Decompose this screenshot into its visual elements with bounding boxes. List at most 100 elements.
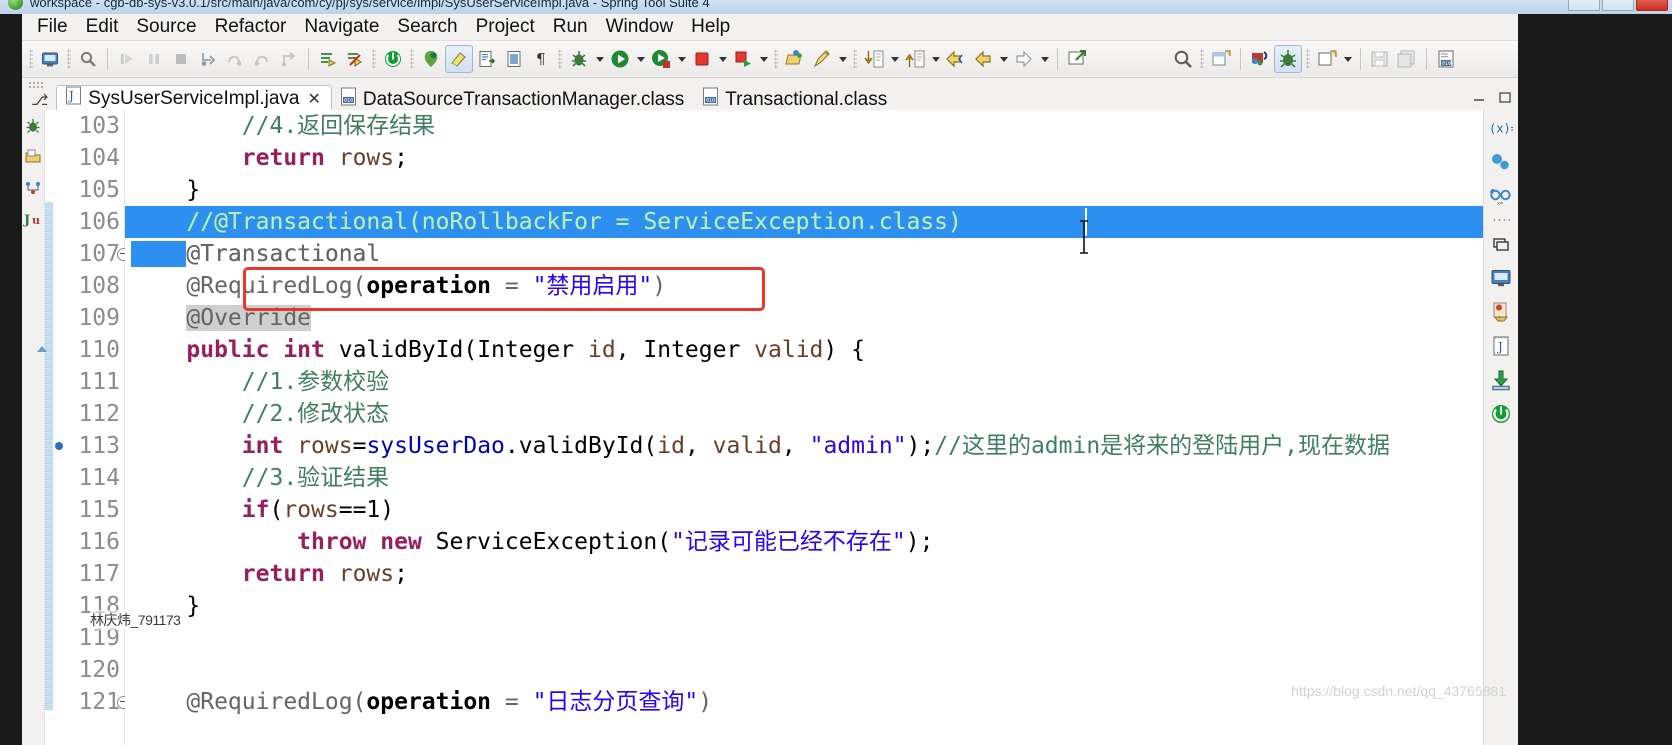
save-icon[interactable]	[75, 46, 101, 72]
boot-dashboard-icon[interactable]	[1489, 402, 1513, 426]
menu-search[interactable]: Search	[388, 14, 466, 40]
suspend-icon[interactable]	[141, 46, 167, 72]
step-over-icon[interactable]	[222, 46, 248, 72]
open-perspective-icon[interactable]	[782, 46, 808, 72]
install-icon[interactable]	[1489, 368, 1513, 392]
pilcrow-icon[interactable]: ¶	[528, 46, 554, 72]
back-caret-icon[interactable]	[997, 46, 1010, 72]
code-line[interactable]: //1.参数校验	[125, 366, 1484, 398]
next-annotation-caret-icon[interactable]	[888, 46, 901, 72]
forward-icon[interactable]	[1011, 46, 1037, 72]
run-coverage-icon[interactable]	[648, 46, 674, 72]
close-button[interactable]	[1636, 0, 1668, 11]
edit-highlight-icon[interactable]	[445, 45, 473, 73]
code-line[interactable]: int rows=sysUserDao.validById(id, valid,…	[125, 430, 1484, 462]
run-icon[interactable]	[607, 46, 633, 72]
junit-icon[interactable]: Ju	[22, 207, 45, 231]
problems-icon[interactable]: !	[1489, 300, 1513, 324]
code-line[interactable]: //2.修改状态	[125, 398, 1484, 430]
tab-datasourcetransactionmanager-class[interactable]: 010 DataSourceTransactionManager.class	[332, 87, 694, 112]
breakpoint-icon[interactable]	[55, 442, 63, 450]
quick-access-caret-icon[interactable]	[836, 46, 849, 72]
toggle-breakpoint-icon[interactable]: 010	[1433, 46, 1459, 72]
tab-transactional-class[interactable]: 010 Transactional.class	[694, 87, 897, 112]
window-controls[interactable]	[1568, 0, 1668, 11]
menu-refactor[interactable]: Refactor	[206, 14, 296, 40]
debug-perspective-icon[interactable]	[1274, 45, 1302, 73]
previous-annotation-icon[interactable]	[902, 46, 928, 72]
minimize-button[interactable]	[1568, 0, 1600, 11]
back-icon[interactable]	[943, 46, 969, 72]
fold-marker-icon[interactable]	[37, 346, 47, 352]
new-wizard-caret-icon[interactable]	[1341, 46, 1354, 72]
debug-icon[interactable]	[566, 46, 592, 72]
external-tools-icon[interactable]	[730, 46, 756, 72]
package-explorer-icon[interactable]	[22, 145, 45, 169]
resume-icon[interactable]	[114, 46, 140, 72]
code-line[interactable]: return rows;	[125, 558, 1484, 590]
code-text-area[interactable]: //4.返回保存结果 return rows; } //@Transaction…	[125, 110, 1484, 745]
forward-history-icon[interactable]	[970, 46, 996, 72]
menu-edit[interactable]: Edit	[77, 14, 128, 40]
search-icon[interactable]	[1170, 46, 1196, 72]
code-line[interactable]: throw new ServiceException("记录可能已经不存在");	[125, 526, 1484, 558]
code-line[interactable]: }	[125, 590, 1484, 622]
stop-dropdown-caret-icon[interactable]	[716, 46, 729, 72]
code-line[interactable]	[125, 654, 1484, 686]
servers-icon[interactable]	[1489, 232, 1513, 256]
maximize-button[interactable]	[1602, 0, 1634, 11]
next-annotation-icon[interactable]	[861, 46, 887, 72]
expressions-icon[interactable]: x=	[1489, 184, 1513, 208]
code-line[interactable]: public int validById(Integer id, Integer…	[125, 334, 1484, 366]
code-line[interactable]: //@Transactional(noRollbackFor = Service…	[125, 206, 1484, 238]
tab-sysuserserviceimpl-java[interactable]: J SysUserServiceImpl.java ✕	[56, 85, 332, 112]
variables-icon[interactable]: (x)=	[1489, 116, 1513, 140]
new-editor-icon[interactable]	[1064, 46, 1090, 72]
new-wizard-icon[interactable]	[37, 46, 63, 72]
console-icon[interactable]	[1489, 266, 1513, 290]
code-line[interactable]: if(rows==1)	[125, 494, 1484, 526]
javadoc-icon[interactable]: J	[1489, 334, 1513, 358]
build-all-icon[interactable]	[315, 46, 341, 72]
spring-bean-icon[interactable]	[1247, 46, 1273, 72]
coverage-dropdown-caret-icon[interactable]	[675, 46, 688, 72]
menu-window[interactable]: Window	[597, 14, 683, 40]
code-line[interactable]: }	[125, 174, 1484, 206]
new-java-project-icon[interactable]	[1208, 46, 1234, 72]
stop-icon[interactable]	[689, 46, 715, 72]
menu-project[interactable]: Project	[467, 14, 544, 40]
quick-access-icon[interactable]	[809, 46, 835, 72]
new-wizard-2-icon[interactable]	[1314, 46, 1340, 72]
terminate-icon[interactable]	[168, 46, 194, 72]
menu-help[interactable]: Help	[682, 14, 739, 40]
maximize-editor-icon[interactable]	[1498, 90, 1512, 103]
editor-pin-icon[interactable]: ⎇	[28, 91, 56, 112]
skip-breakpoints-icon[interactable]	[342, 46, 368, 72]
save-2-icon[interactable]	[1367, 46, 1393, 72]
drop-to-frame-icon[interactable]	[276, 46, 302, 72]
code-line[interactable]	[125, 622, 1484, 654]
code-line[interactable]: @Override	[125, 302, 1484, 334]
menu-navigate[interactable]: Navigate	[295, 14, 388, 40]
close-icon[interactable]: ✕	[307, 89, 320, 109]
debug-dropdown-caret-icon[interactable]	[593, 46, 606, 72]
previous-annotation-caret-icon[interactable]	[929, 46, 942, 72]
open-type-icon[interactable]	[474, 46, 500, 72]
code-line[interactable]: @Transactional	[125, 238, 1484, 270]
external-tools-caret-icon[interactable]	[757, 46, 770, 72]
spring-explorer-icon[interactable]	[22, 114, 45, 138]
open-resource-icon[interactable]	[501, 46, 527, 72]
code-line[interactable]: @RequiredLog(operation = "禁用启用")	[125, 270, 1484, 302]
menu-file[interactable]: File	[28, 14, 77, 40]
toolbar-drag-handle[interactable]	[29, 49, 33, 69]
code-line[interactable]: //3.验证结果	[125, 462, 1484, 494]
forward-caret-icon[interactable]	[1038, 46, 1051, 72]
boot-dashboard-icon[interactable]	[380, 46, 406, 72]
run-dropdown-caret-icon[interactable]	[634, 46, 647, 72]
step-return-icon[interactable]	[249, 46, 275, 72]
outline-icon[interactable]	[22, 176, 45, 200]
editor-view-controls[interactable]	[1472, 90, 1512, 103]
breakpoints-icon[interactable]	[1489, 150, 1513, 174]
save-all-icon[interactable]	[1394, 46, 1420, 72]
code-line[interactable]: return rows;	[125, 142, 1484, 174]
